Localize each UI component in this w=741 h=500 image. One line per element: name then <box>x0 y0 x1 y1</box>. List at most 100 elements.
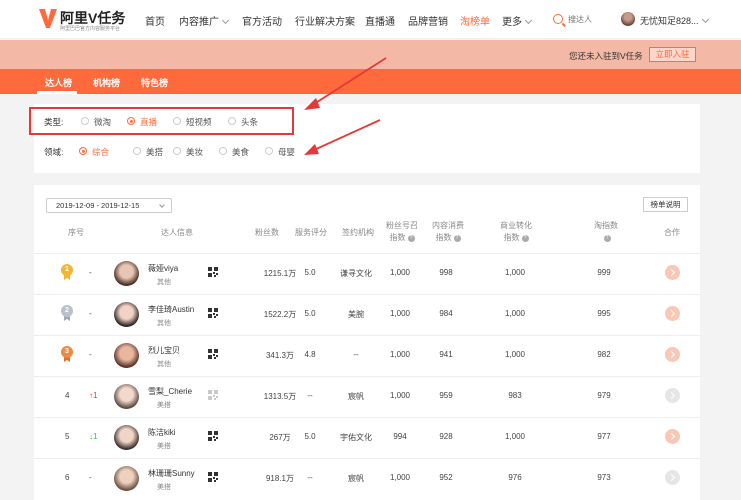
option-label: 综合 <box>92 147 110 157</box>
cell-agency: 谦寻文化 <box>340 269 372 278</box>
rank-trend: - <box>89 473 92 482</box>
header-tao-index-label: 淘指数 <box>594 221 618 230</box>
nav-item-content-promo[interactable]: 内容推广 <box>179 13 230 28</box>
cell-score: 5.0 <box>304 432 316 441</box>
logo[interactable]: 阿里V任务 阿里巴巴官方内容服务平台 <box>38 7 133 33</box>
talent-name[interactable]: 雪梨_Cherie <box>148 386 192 397</box>
header-fans-index: 粉丝号召 指数? <box>386 220 418 244</box>
qr-code-icon[interactable] <box>208 308 218 318</box>
user-menu[interactable]: 无忧知足828... <box>640 14 709 27</box>
option-label: 母婴 <box>278 147 296 157</box>
rank-trend: - <box>89 268 92 277</box>
table-row: 2- 李佳琦Austin 其他 1522.2万 5.0 美腕 1,000 984 1,000 99… <box>34 294 700 335</box>
cooperate-button[interactable] <box>665 429 680 444</box>
highlight-box <box>29 107 294 135</box>
nav-item-live[interactable]: 直播通 <box>365 13 395 28</box>
nav-item-label: 更多 <box>502 17 522 28</box>
qr-code-icon[interactable] <box>208 472 218 482</box>
option-label: 美搭 <box>146 147 164 157</box>
talent-name[interactable]: 薇娅viya <box>148 263 178 274</box>
avatar[interactable] <box>114 384 139 409</box>
cell-score: -- <box>307 473 313 482</box>
rank-number: 4 <box>65 391 70 400</box>
nav-item-brand-marketing[interactable]: 品牌营销 <box>408 13 448 28</box>
talent-category: 其他 <box>157 279 171 286</box>
help-icon[interactable]: ? <box>521 235 529 242</box>
search-input[interactable] <box>568 12 614 26</box>
nav-item-tao-ranking[interactable]: 淘榜单 <box>460 13 490 28</box>
nav-item-more[interactable]: 更多 <box>502 13 533 28</box>
join-banner: 您还未入驻到V任务 立即入驻 <box>0 40 741 69</box>
nav-item-home[interactable]: 首页 <box>145 13 165 28</box>
radio-circle <box>219 147 227 155</box>
talent-name[interactable]: 烈儿宝贝 <box>148 345 180 356</box>
rank-trend: - <box>89 309 92 318</box>
logo-subtitle: 阿里巴巴官方内容服务平台 <box>60 26 121 32</box>
avatar[interactable] <box>114 261 139 286</box>
rank-number: 6 <box>65 473 70 482</box>
cell-score: 5.0 <box>304 268 316 277</box>
header-consume-index: 内容消费 指数? <box>431 220 465 244</box>
chevron-down-icon <box>524 16 533 25</box>
cell-consume: 984 <box>439 309 453 318</box>
talent-name[interactable]: 李佳琦Austin <box>148 304 194 315</box>
cell-fans-index: 1,000 <box>389 268 411 277</box>
date-range-value: 2019-12-09 - 2019-12-15 <box>56 201 140 210</box>
cell-consume: 998 <box>439 268 453 277</box>
ranking-help-button[interactable]: 榜单说明 <box>643 197 688 212</box>
qr-code-icon[interactable] <box>208 390 218 400</box>
talent-category: 其他 <box>157 320 171 327</box>
domain-filter-label: 领域: <box>44 147 64 157</box>
qr-code-icon[interactable] <box>208 431 218 441</box>
avatar[interactable] <box>621 12 635 26</box>
cooperate-button[interactable] <box>665 265 680 280</box>
cooperate-button[interactable] <box>665 470 680 485</box>
cell-biz: 1,000 <box>504 432 526 441</box>
tab-talent-ranking[interactable]: 达人榜 <box>45 76 72 89</box>
header-agency: 签约机构 <box>342 228 374 237</box>
user-name: 无忧知足828... <box>640 16 699 26</box>
cell-agency: 宸帆 <box>348 474 364 483</box>
qr-code-icon[interactable] <box>208 267 218 277</box>
avatar[interactable] <box>114 302 139 327</box>
cell-agency: 美腕 <box>348 310 364 319</box>
avatar[interactable] <box>114 466 139 491</box>
talent-category: 美搭 <box>157 402 171 409</box>
talent-name[interactable]: 陈洁kiki <box>148 427 176 438</box>
nav-item-industry-solutions[interactable]: 行业解决方案 <box>295 13 355 28</box>
help-icon[interactable]: ? <box>407 235 415 242</box>
nav-item-label: 内容推广 <box>179 17 219 28</box>
chevron-down-icon <box>221 16 230 25</box>
cooperate-button[interactable] <box>665 388 680 403</box>
table-row: 6- 林珊珊Sunny 美搭 918.1万 -- 宸帆 1,000 952 976 973 <box>34 458 700 499</box>
tab-featured-ranking[interactable]: 特色榜 <box>141 76 168 89</box>
medal-rank: 3 <box>61 346 73 358</box>
cell-tao: 977 <box>597 432 611 441</box>
talent-category: 美搭 <box>157 484 171 491</box>
qr-code-icon[interactable] <box>208 349 218 359</box>
rank-trend: ↓1 <box>89 432 98 441</box>
help-icon[interactable]: ? <box>453 235 461 242</box>
table-row: 5 ↓1 陈洁kiki 美搭 267万 5.0 宇佑文化 994 928 1,000 977 <box>34 417 700 458</box>
cell-consume: 941 <box>439 350 453 359</box>
ranking-tabs: 达人榜 机构榜 特色榜 <box>0 69 741 94</box>
talent-name[interactable]: 林珊珊Sunny <box>148 468 195 479</box>
avatar[interactable] <box>114 425 139 450</box>
header-fans: 粉丝数 <box>255 228 279 237</box>
cell-consume: 959 <box>439 391 453 400</box>
cell-tao: 999 <box>597 268 611 277</box>
cell-agency: 宇佑文化 <box>340 433 372 442</box>
header-consume-index-line1: 内容消费 <box>432 221 464 230</box>
help-icon[interactable]: ? <box>603 235 611 242</box>
cell-fans-index: 1,000 <box>389 473 411 482</box>
join-button[interactable]: 立即入驻 <box>649 47 696 62</box>
tab-agency-ranking[interactable]: 机构榜 <box>93 76 120 89</box>
nav-item-official-events[interactable]: 官方活动 <box>242 13 282 28</box>
date-range-picker[interactable]: 2019-12-09 - 2019-12-15 <box>46 198 172 213</box>
header-fans-index-line2: 指数 <box>389 233 406 242</box>
cooperate-button[interactable] <box>665 306 680 321</box>
cooperate-button[interactable] <box>665 347 680 362</box>
search-icon[interactable] <box>553 14 563 24</box>
avatar[interactable] <box>114 343 139 368</box>
cell-biz: 983 <box>508 391 522 400</box>
